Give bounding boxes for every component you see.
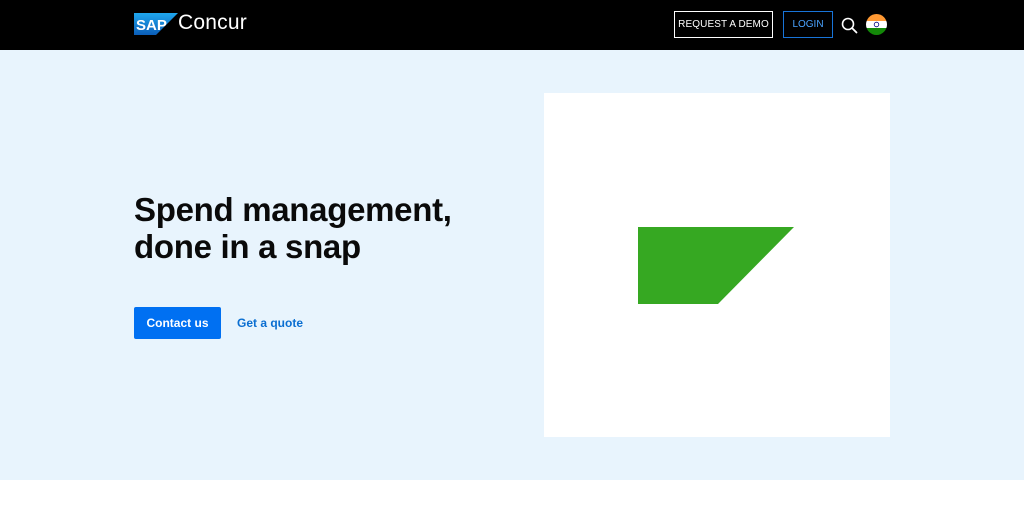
top-navigation-bar: SAP Concur PRODUCTS SOLUTIONS ABOUT US R… — [0, 0, 1024, 50]
green-shape — [638, 227, 794, 304]
sap-logo-text: SAP — [136, 17, 167, 34]
login-button[interactable]: LOGIN — [783, 11, 833, 38]
sap-concur-logo[interactable]: SAP Concur — [134, 11, 247, 35]
headline-line-1: Spend management, — [134, 191, 452, 228]
hero-section: Spend management, done in a snap Contact… — [0, 50, 1024, 480]
hero-illustration-panel — [544, 93, 890, 437]
get-a-quote-link[interactable]: Get a quote — [237, 316, 303, 330]
sap-logo-icon: SAP — [134, 13, 178, 35]
headline-line-2: done in a snap — [134, 228, 361, 265]
request-demo-button[interactable]: REQUEST A DEMO — [674, 11, 773, 38]
nav-resources[interactable]: RESOURCES — [276, 0, 377, 17]
search-icon[interactable] — [841, 17, 858, 34]
concur-wordmark: Concur — [178, 11, 247, 34]
contact-us-button[interactable]: Contact us — [134, 307, 221, 339]
hero-illustration — [638, 227, 794, 304]
hero-headline: Spend management, done in a snap — [134, 191, 494, 265]
india-flag-icon[interactable] — [866, 14, 887, 35]
nav-products[interactable]: PRODUCTS — [0, 0, 90, 17]
